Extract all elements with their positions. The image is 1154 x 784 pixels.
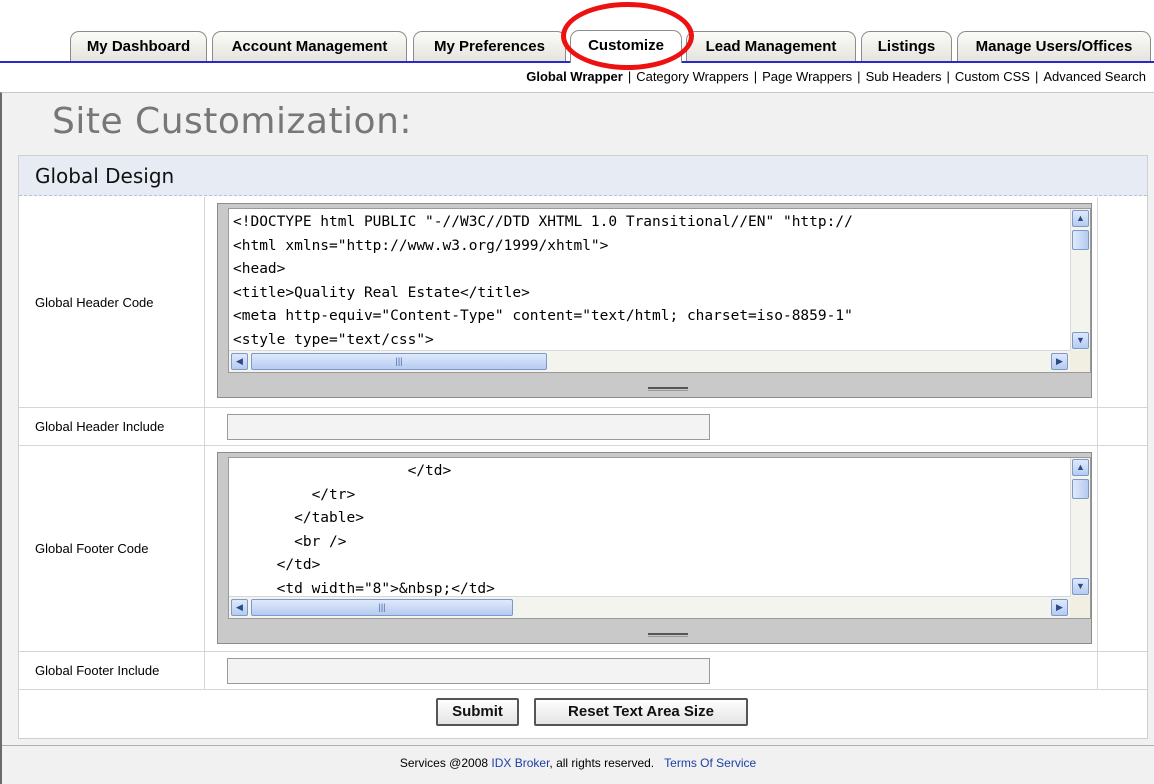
code-line: <head> (233, 261, 286, 277)
terms-of-service-link[interactable]: Terms Of Service (664, 756, 756, 770)
subnav-separator: | (753, 69, 758, 84)
scroll-down-arrow-icon[interactable]: ▼ (1072, 332, 1089, 349)
tab-manage-users-offices[interactable]: Manage Users/Offices (957, 31, 1151, 62)
global-header-code-editor: <!DOCTYPE html PUBLIC "-//W3C//DTD XHTML… (217, 203, 1092, 398)
code-line: <html xmlns="http://www.w3.org/1999/xhtm… (233, 237, 609, 254)
tab-my-dashboard[interactable]: My Dashboard (70, 31, 207, 62)
row-spacer (1097, 446, 1147, 651)
scrollbar-corner (1070, 350, 1090, 372)
section-title: Global Design (35, 164, 175, 188)
row-global-header-include: Global Header Include (19, 408, 1147, 446)
subnav-category-wrappers[interactable]: Category Wrappers (636, 69, 748, 84)
subnav-custom-css[interactable]: Custom CSS (955, 69, 1030, 84)
scrollbar-thumb[interactable] (1072, 230, 1089, 250)
tab-my-preferences[interactable]: My Preferences (413, 31, 566, 62)
tab-customize[interactable]: Customize (570, 30, 682, 63)
subnav-page-wrappers[interactable]: Page Wrappers (762, 69, 852, 84)
global-header-code-label: Global Header Code (19, 197, 205, 407)
row-global-header-code: Global Header Code <!DOCTYPE html PUBLIC… (19, 197, 1147, 408)
global-footer-code-text: </td> </tr> </table> <br /> </td> <td wi… (233, 460, 1068, 601)
tab-listings[interactable]: Listings (861, 31, 952, 62)
resize-grip-icon[interactable] (648, 633, 688, 637)
global-footer-include-input[interactable] (227, 658, 710, 684)
resize-grip-icon[interactable] (648, 387, 688, 391)
global-design-panel: Global Design Global Header Code <!DOCTY… (18, 155, 1148, 739)
row-spacer (1097, 197, 1147, 407)
scroll-left-arrow-icon[interactable]: ◀ (231, 599, 248, 616)
subnav-separator: | (1034, 69, 1039, 84)
code-line: <title>Quality Real Estate</title> (233, 284, 530, 301)
scrollbar-thumb[interactable]: ||| (251, 599, 513, 616)
global-header-code-text: <!DOCTYPE html PUBLIC "-//W3C//DTD XHTML… (233, 211, 1068, 352)
global-footer-include-label: Global Footer Include (19, 652, 205, 689)
horizontal-scrollbar[interactable]: ◀ ||| ▶ (229, 350, 1070, 372)
global-header-code-textarea[interactable]: <!DOCTYPE html PUBLIC "-//W3C//DTD XHTML… (228, 208, 1091, 373)
code-line: <!DOCTYPE html PUBLIC "-//W3C//DTD XHTML… (233, 214, 853, 230)
footer-divider (2, 745, 1154, 746)
horizontal-scrollbar[interactable]: ◀ ||| ▶ (229, 596, 1070, 618)
submit-button[interactable]: Submit (436, 698, 519, 726)
global-footer-code-label: Global Footer Code (19, 446, 205, 651)
scroll-right-arrow-icon[interactable]: ▶ (1051, 353, 1068, 370)
code-line: </td> (233, 557, 321, 573)
code-line: </tr> (233, 486, 356, 503)
row-spacer (1097, 652, 1147, 689)
reset-text-area-size-button[interactable]: Reset Text Area Size (534, 698, 748, 726)
vertical-scrollbar[interactable]: ▲ ▼ (1070, 458, 1090, 596)
code-line: <br /> (233, 533, 347, 550)
global-footer-code-textarea[interactable]: </td> </tr> </table> <br /> </td> <td wi… (228, 457, 1091, 619)
idx-broker-link[interactable]: IDX Broker (491, 756, 549, 770)
row-global-footer-code: Global Footer Code </td> </tr> </table> … (19, 446, 1147, 652)
scroll-right-arrow-icon[interactable]: ▶ (1051, 599, 1068, 616)
sub-navigation: Global Wrapper | Category Wrappers | Page Wr… (526, 65, 1146, 89)
scrollbar-corner (1070, 596, 1090, 618)
subnav-sub-headers[interactable]: Sub Headers (866, 69, 942, 84)
code-line: <meta http-equiv="Content-Type" content=… (233, 308, 853, 324)
page-footer: Services @2008 IDX Broker, all rights re… (2, 755, 1154, 771)
subnav-separator: | (627, 69, 632, 84)
vertical-scrollbar[interactable]: ▲ ▼ (1070, 209, 1090, 350)
scroll-down-arrow-icon[interactable]: ▼ (1072, 578, 1089, 595)
tab-account-management[interactable]: Account Management (212, 31, 407, 62)
scrollbar-thumb[interactable]: ||| (251, 353, 547, 370)
global-header-include-input[interactable] (227, 414, 710, 440)
code-line: <style type="text/css"> (233, 331, 434, 348)
page-title: Site Customization: (52, 101, 413, 142)
page-content: Site Customization: Global Design Global… (0, 92, 1154, 784)
section-header: Global Design (19, 156, 1147, 196)
row-global-footer-include: Global Footer Include (19, 652, 1147, 690)
subnav-global-wrapper[interactable]: Global Wrapper (526, 69, 623, 84)
code-line: </td> (233, 463, 452, 479)
row-spacer (1097, 408, 1147, 445)
main-tab-bar: My Dashboard Account Management My Prefe… (0, 0, 1154, 63)
rights-text: , all rights reserved. (549, 756, 655, 770)
subnav-separator: | (857, 69, 861, 84)
subnav-advanced-search[interactable]: Advanced Search (1043, 69, 1146, 84)
global-footer-code-editor: </td> </tr> </table> <br /> </td> <td wi… (217, 452, 1092, 644)
code-line: </table> (233, 510, 364, 526)
scroll-up-arrow-icon[interactable]: ▲ (1072, 210, 1089, 227)
scroll-up-arrow-icon[interactable]: ▲ (1072, 459, 1089, 476)
scroll-left-arrow-icon[interactable]: ◀ (231, 353, 248, 370)
global-header-include-label: Global Header Include (19, 408, 205, 445)
subnav-separator: | (946, 69, 950, 84)
tab-lead-management[interactable]: Lead Management (686, 31, 856, 62)
scrollbar-thumb[interactable] (1072, 479, 1089, 499)
copyright-text: Services @2008 (399, 756, 489, 770)
